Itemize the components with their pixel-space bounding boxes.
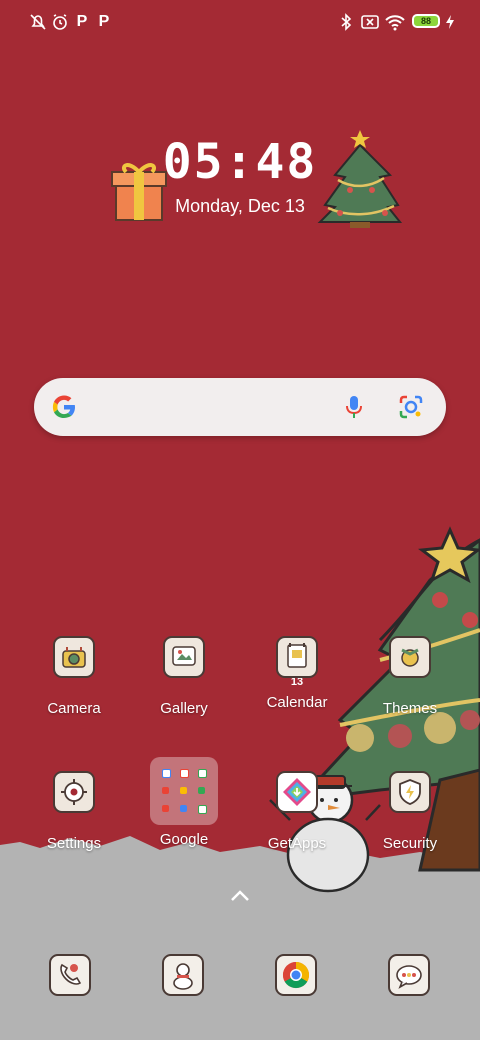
folder-app-icon [198, 787, 205, 794]
app-label: Gallery [160, 700, 208, 717]
folder-app-icon [180, 769, 189, 778]
google-folder[interactable] [150, 757, 218, 825]
dock-phone[interactable] [20, 954, 120, 996]
app-label: Calendar [266, 694, 328, 711]
app-google[interactable]: Google [134, 831, 234, 848]
themes-app-icon [389, 636, 431, 678]
gallery-app-icon [163, 636, 205, 678]
lens-camera-icon[interactable] [398, 394, 424, 425]
dock-chrome[interactable] [246, 954, 346, 996]
battery-indicator: 88 [412, 14, 440, 28]
settings-app-icon [53, 771, 95, 813]
app-getapps[interactable]: GetApps [247, 771, 347, 852]
getapps-app-icon [276, 771, 318, 813]
dock-messages[interactable] [359, 954, 459, 996]
app-settings[interactable]: Settings [24, 771, 124, 852]
app-label: Settings [46, 835, 102, 852]
calendar-app-icon [276, 636, 318, 678]
parking-p-icon: P [98, 13, 110, 30]
contacts-app-icon [162, 954, 204, 996]
app-label: Camera [47, 700, 101, 717]
messages-app-icon [388, 954, 430, 996]
phone-app-icon [49, 954, 91, 996]
chevron-up-icon[interactable] [228, 886, 252, 911]
camera-app-icon [53, 636, 95, 678]
charging-bolt-icon [444, 12, 456, 32]
folder-app-icon [180, 787, 187, 794]
microphone-icon[interactable] [344, 394, 364, 425]
bluetooth-icon [338, 12, 354, 32]
wifi-icon [384, 12, 406, 32]
clock-date[interactable]: Monday, Dec 13 [140, 196, 340, 217]
google-search-bar[interactable] [34, 378, 446, 436]
security-app-icon [389, 771, 431, 813]
app-label: Security [382, 835, 438, 852]
app-gallery[interactable]: Gallery [134, 636, 234, 717]
app-camera[interactable]: Camera [24, 636, 124, 717]
folder-app-icon [180, 805, 187, 812]
battery-level: 88 [420, 16, 431, 26]
folder-app-icon [162, 769, 171, 778]
folder-app-icon [198, 805, 207, 814]
app-themes[interactable]: Themes [360, 636, 460, 717]
folder-app-icon [162, 805, 169, 812]
app-label: Google [159, 831, 209, 848]
folder-app-icon [198, 769, 207, 778]
clock-time[interactable]: 05:48 [140, 132, 340, 192]
app-calendar[interactable]: 13 Calendar [247, 636, 347, 711]
folder-app-icon [162, 787, 169, 794]
parking-p-icon: P [76, 13, 88, 30]
google-g-icon [50, 393, 78, 426]
chrome-icon [275, 954, 317, 996]
no-sim-icon [360, 12, 380, 32]
dock-contacts[interactable] [133, 954, 233, 996]
notification-off-icon [28, 12, 48, 32]
app-label: GetApps [267, 835, 327, 852]
app-security[interactable]: Security [360, 771, 460, 852]
alarm-icon [50, 12, 70, 32]
status-bar: P P 88 [0, 0, 480, 44]
app-label: Themes [382, 700, 438, 717]
